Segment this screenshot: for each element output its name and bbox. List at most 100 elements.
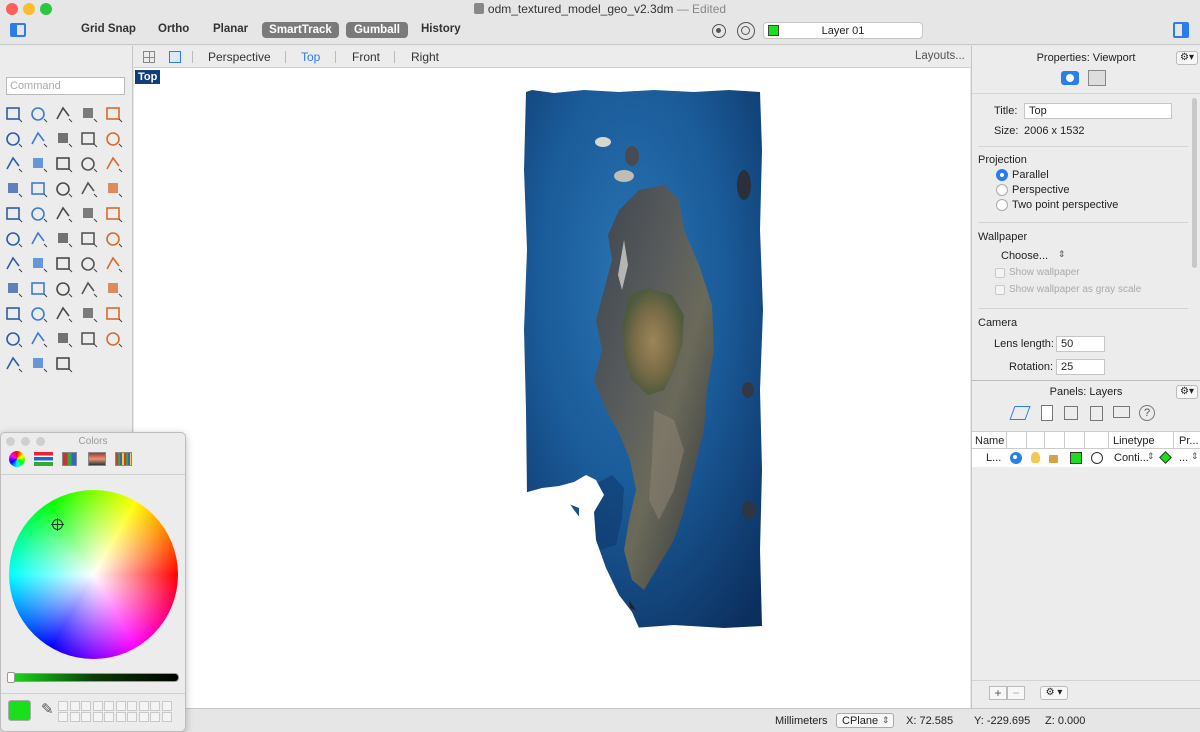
custom-color-swatch[interactable] bbox=[161, 712, 172, 722]
document-tab-icon[interactable] bbox=[1041, 405, 1053, 421]
circle-tangent-icon[interactable] bbox=[4, 129, 24, 149]
sidebar-toggle-left-icon[interactable] bbox=[10, 23, 26, 37]
brightness-slider-knob[interactable] bbox=[7, 672, 15, 683]
rectangle-tool-icon[interactable] bbox=[54, 129, 74, 149]
remove-layer-button[interactable]: − bbox=[1007, 686, 1025, 700]
surface-tool-icon[interactable] bbox=[4, 154, 24, 174]
wire-icon[interactable] bbox=[54, 304, 74, 324]
osnap-icon[interactable] bbox=[712, 24, 726, 38]
select-tool-icon[interactable] bbox=[4, 104, 24, 124]
array-icon[interactable] bbox=[29, 229, 49, 249]
four-viewports-icon[interactable] bbox=[143, 51, 155, 63]
layer-selector[interactable]: Layer 01 bbox=[763, 22, 923, 39]
light-tool-icon[interactable] bbox=[29, 354, 49, 374]
cplane-popup[interactable]: CPlane ⇕ bbox=[836, 713, 894, 728]
extrude-icon[interactable] bbox=[54, 229, 74, 249]
custom-color-swatch[interactable] bbox=[81, 712, 91, 722]
car-icon[interactable] bbox=[29, 304, 49, 324]
rotation-input[interactable]: 25 bbox=[1056, 359, 1105, 375]
add-layer-button[interactable]: + bbox=[989, 686, 1007, 700]
sphere-solid-icon[interactable] bbox=[79, 154, 99, 174]
grid-array-icon[interactable] bbox=[4, 254, 24, 274]
text-tool-icon[interactable] bbox=[104, 204, 124, 224]
custom-color-swatch[interactable] bbox=[138, 712, 149, 722]
custom-color-swatch[interactable] bbox=[138, 701, 149, 711]
layer-row-name[interactable]: L... bbox=[986, 452, 1001, 464]
custom-color-swatch[interactable] bbox=[58, 701, 68, 711]
gumball-toggle[interactable]: Gumball bbox=[346, 22, 408, 38]
layer-row-print[interactable]: ... bbox=[1179, 452, 1188, 464]
group-icon[interactable] bbox=[29, 204, 49, 224]
lens-length-input[interactable]: 50 bbox=[1056, 336, 1105, 352]
panel-options-gear-icon[interactable]: ⚙▾ bbox=[1176, 51, 1198, 65]
sphere-material-icon[interactable] bbox=[4, 354, 24, 374]
display-mode-icon[interactable] bbox=[1088, 70, 1106, 86]
custom-color-swatch[interactable] bbox=[127, 712, 137, 722]
curve-tool-icon[interactable] bbox=[79, 104, 99, 124]
point-tool-icon[interactable] bbox=[29, 104, 49, 124]
layers-options-gear-icon[interactable]: ⚙▾ bbox=[1176, 385, 1198, 399]
surface-edge-icon[interactable] bbox=[29, 154, 49, 174]
top-viewport[interactable]: Top bbox=[134, 68, 970, 708]
zoom-extents-icon[interactable] bbox=[79, 279, 99, 299]
custom-color-swatch[interactable] bbox=[150, 712, 160, 722]
grid-snap-toggle[interactable]: Grid Snap bbox=[81, 23, 136, 35]
color-wheel-crosshair-icon[interactable] bbox=[51, 518, 64, 531]
plane-surface-icon[interactable] bbox=[4, 179, 24, 199]
current-color-well[interactable] bbox=[8, 700, 31, 721]
sidebar-toggle-right-icon[interactable] bbox=[1173, 22, 1189, 38]
planar-toggle[interactable]: Planar bbox=[213, 23, 248, 35]
zoom-window-icon[interactable] bbox=[54, 279, 74, 299]
contour-icon[interactable] bbox=[104, 229, 124, 249]
notes-tab-icon[interactable] bbox=[1090, 406, 1103, 421]
paint-icon[interactable] bbox=[4, 279, 24, 299]
transform-icon[interactable] bbox=[4, 229, 24, 249]
custom-color-swatch[interactable] bbox=[150, 701, 160, 711]
custom-color-swatch[interactable] bbox=[81, 701, 91, 711]
history-toggle[interactable]: History bbox=[421, 23, 461, 35]
color-wheel-tab-icon[interactable] bbox=[9, 451, 25, 467]
polygon-tool-icon[interactable] bbox=[79, 129, 99, 149]
color-palettes-tab-icon[interactable] bbox=[62, 452, 77, 466]
cylinder-solid-icon[interactable] bbox=[104, 154, 124, 174]
custom-color-swatch[interactable] bbox=[69, 712, 80, 722]
layer-actions-gear-icon[interactable]: ⚙ ▾ bbox=[1040, 686, 1068, 700]
title-input[interactable]: Top bbox=[1024, 103, 1172, 119]
render-icon[interactable] bbox=[79, 329, 99, 349]
explode-icon[interactable] bbox=[29, 179, 49, 199]
pencils-tab-icon[interactable] bbox=[115, 452, 132, 466]
layers-tab-icon[interactable] bbox=[1009, 406, 1031, 420]
curve-offset-icon[interactable] bbox=[54, 204, 74, 224]
custom-color-swatch[interactable] bbox=[58, 712, 68, 722]
custom-color-swatch[interactable] bbox=[92, 712, 103, 722]
print-color-diamond-icon[interactable] bbox=[1159, 451, 1172, 464]
zoom-selected-icon[interactable] bbox=[104, 279, 124, 299]
solid-cube-icon[interactable] bbox=[79, 229, 99, 249]
layer-row-color-swatch[interactable] bbox=[1070, 452, 1082, 464]
show-wallpaper-checkbox[interactable] bbox=[995, 268, 1005, 278]
rebuild-icon[interactable] bbox=[4, 204, 24, 224]
mesh-tool-icon[interactable] bbox=[54, 179, 74, 199]
analyze-icon[interactable] bbox=[104, 254, 124, 274]
visibility-bulb-icon[interactable] bbox=[1031, 452, 1040, 463]
rotate-view-icon[interactable] bbox=[4, 304, 24, 324]
extract-icon[interactable] bbox=[79, 179, 99, 199]
box-solid-icon[interactable] bbox=[54, 154, 74, 174]
tab-top[interactable]: Top bbox=[301, 50, 320, 64]
lock-tool-icon[interactable] bbox=[4, 329, 24, 349]
polyline-tool-icon[interactable] bbox=[54, 104, 74, 124]
tab-right[interactable]: Right bbox=[411, 50, 439, 64]
wallpaper-choose-popup[interactable]: Choose... bbox=[1001, 250, 1048, 262]
projection-two-point-radio[interactable] bbox=[996, 199, 1008, 211]
textured-model-image[interactable] bbox=[524, 90, 764, 630]
viewport-label[interactable]: Top bbox=[135, 70, 161, 84]
tab-perspective[interactable]: Perspective bbox=[208, 50, 271, 64]
trim-icon[interactable] bbox=[79, 204, 99, 224]
color-wheel[interactable] bbox=[9, 490, 178, 659]
column-name[interactable]: Name bbox=[975, 435, 1004, 447]
colors-panel[interactable]: Colors ✎ bbox=[0, 432, 186, 732]
custom-color-swatch[interactable] bbox=[69, 701, 80, 711]
light-bulb-icon[interactable] bbox=[104, 304, 124, 324]
bend-icon[interactable] bbox=[54, 254, 74, 274]
dimension-icon[interactable] bbox=[29, 254, 49, 274]
